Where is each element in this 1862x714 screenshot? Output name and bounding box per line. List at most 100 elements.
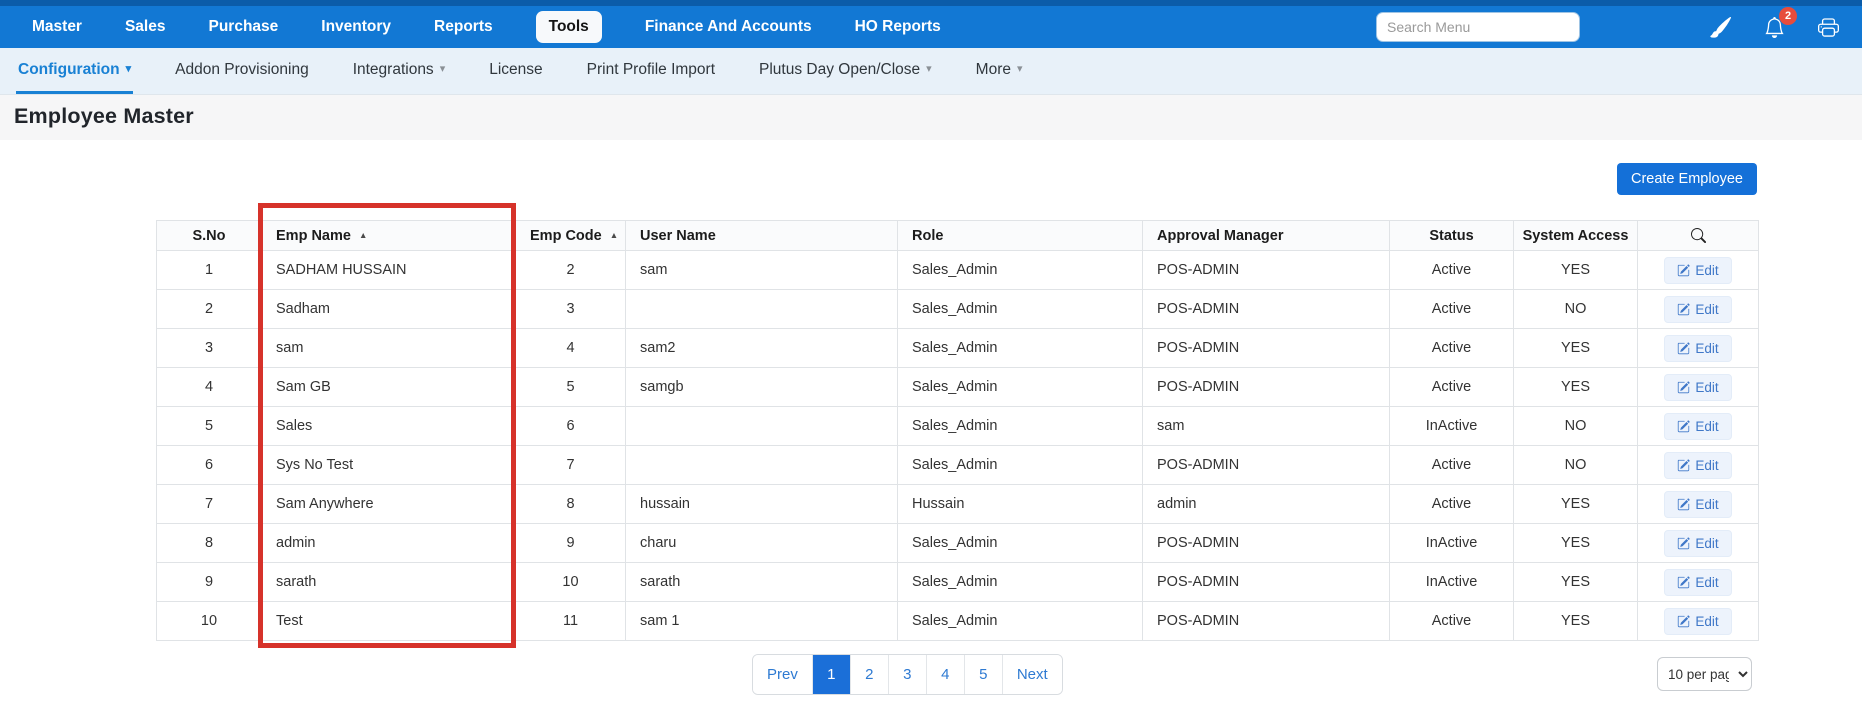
column-header-system-access[interactable]: System Access xyxy=(1514,221,1638,251)
emp-code-cell: 4 xyxy=(516,329,626,368)
table-row: 5Sales6Sales_AdminsamInActiveNOEdit xyxy=(157,407,1759,446)
edit-button-label: Edit xyxy=(1695,536,1718,551)
top-nav-item-ho-reports[interactable]: HO Reports xyxy=(855,11,941,43)
approval-manager-cell: POS-ADMIN xyxy=(1143,368,1390,407)
edit-button[interactable]: Edit xyxy=(1664,257,1731,284)
search-icon[interactable] xyxy=(1638,221,1759,251)
approval-manager-cell: sam xyxy=(1143,407,1390,446)
subnav-item-configuration[interactable]: Configuration▾ xyxy=(16,48,133,94)
column-header-emp-name[interactable]: Emp Name▲ xyxy=(262,221,516,251)
edit-button-label: Edit xyxy=(1695,263,1718,278)
table-row: 3sam4sam2Sales_AdminPOS-ADMINActiveYESEd… xyxy=(157,329,1759,368)
edit-button[interactable]: Edit xyxy=(1664,296,1731,323)
role-cell: Sales_Admin xyxy=(898,290,1143,329)
emp-name-cell: Sam GB xyxy=(262,368,516,407)
chevron-down-icon: ▾ xyxy=(440,64,446,75)
subnav-item-integrations[interactable]: Integrations▾ xyxy=(351,48,448,94)
approval-manager-cell: POS-ADMIN xyxy=(1143,524,1390,563)
topbar-icon-group: 2 xyxy=(1708,15,1840,39)
approval-manager-cell: admin xyxy=(1143,485,1390,524)
top-nav-item-finance-and-accounts[interactable]: Finance And Accounts xyxy=(645,11,812,43)
create-employee-button[interactable]: Create Employee xyxy=(1617,163,1757,195)
top-nav-item-tools[interactable]: Tools xyxy=(536,11,602,43)
pagination-prev-button[interactable]: Prev xyxy=(753,655,813,694)
edit-button[interactable]: Edit xyxy=(1664,530,1731,557)
column-header-s-no[interactable]: S.No xyxy=(157,221,262,251)
edit-button[interactable]: Edit xyxy=(1664,413,1731,440)
emp-code-cell: 3 xyxy=(516,290,626,329)
subnav-item-addon-provisioning[interactable]: Addon Provisioning xyxy=(173,48,311,94)
top-nav-item-sales[interactable]: Sales xyxy=(125,11,166,43)
top-nav-item-inventory[interactable]: Inventory xyxy=(321,11,391,43)
pagination-page-3[interactable]: 3 xyxy=(889,655,927,694)
edit-button[interactable]: Edit xyxy=(1664,491,1731,518)
edit-button-label: Edit xyxy=(1695,419,1718,434)
subnav-item-label: Addon Provisioning xyxy=(175,61,309,79)
emp-name-cell: admin xyxy=(262,524,516,563)
pagination-page-4[interactable]: 4 xyxy=(927,655,965,694)
printer-icon[interactable] xyxy=(1816,15,1840,39)
subnav-item-print-profile-import[interactable]: Print Profile Import xyxy=(585,48,717,94)
page-header-band: Employee Master xyxy=(0,95,1862,140)
pagination-page-2[interactable]: 2 xyxy=(851,655,889,694)
user-name-cell: sam 1 xyxy=(626,602,898,641)
edit-button[interactable]: Edit xyxy=(1664,452,1731,479)
bell-icon[interactable]: 2 xyxy=(1762,15,1786,39)
column-header-status[interactable]: Status xyxy=(1390,221,1514,251)
column-header-emp-code[interactable]: Emp Code▲ xyxy=(516,221,626,251)
role-cell: Hussain xyxy=(898,485,1143,524)
top-nav-item-reports[interactable]: Reports xyxy=(434,11,493,43)
sort-asc-icon: ▲ xyxy=(359,230,367,240)
subnav-item-label: Configuration xyxy=(18,61,120,79)
system-access-cell: YES xyxy=(1514,524,1638,563)
sno-cell: 7 xyxy=(157,485,262,524)
subnav-item-plutus-day-open-close[interactable]: Plutus Day Open/Close▾ xyxy=(757,48,934,94)
sno-cell: 10 xyxy=(157,602,262,641)
approval-manager-cell: POS-ADMIN xyxy=(1143,602,1390,641)
sno-cell: 6 xyxy=(157,446,262,485)
edit-button[interactable]: Edit xyxy=(1664,374,1731,401)
edit-button-label: Edit xyxy=(1695,302,1718,317)
pagination-next-button[interactable]: Next xyxy=(1003,655,1062,694)
edit-button[interactable]: Edit xyxy=(1664,608,1731,635)
action-cell: Edit xyxy=(1638,524,1759,563)
table-row: 10Test11sam 1Sales_AdminPOS-ADMINActiveY… xyxy=(157,602,1759,641)
status-cell: InActive xyxy=(1390,563,1514,602)
brush-icon[interactable] xyxy=(1708,15,1732,39)
column-header-role[interactable]: Role xyxy=(898,221,1143,251)
top-nav: Master Sales Purchase Inventory Reports Tools… xyxy=(32,11,941,43)
role-cell: Sales_Admin xyxy=(898,602,1143,641)
emp-code-cell: 5 xyxy=(516,368,626,407)
column-header-approval-manager[interactable]: Approval Manager xyxy=(1143,221,1390,251)
action-cell: Edit xyxy=(1638,485,1759,524)
sno-cell: 5 xyxy=(157,407,262,446)
subnav-item-more[interactable]: More▾ xyxy=(974,48,1025,94)
column-header-user-name[interactable]: User Name xyxy=(626,221,898,251)
pagination-page-1[interactable]: 1 xyxy=(813,655,851,694)
system-access-cell: NO xyxy=(1514,446,1638,485)
top-nav-item-master[interactable]: Master xyxy=(32,11,82,43)
status-cell: Active xyxy=(1390,290,1514,329)
action-cell: Edit xyxy=(1638,290,1759,329)
search-input[interactable] xyxy=(1376,12,1580,42)
role-cell: Sales_Admin xyxy=(898,446,1143,485)
edit-button[interactable]: Edit xyxy=(1664,569,1731,596)
edit-button[interactable]: Edit xyxy=(1664,335,1731,362)
action-cell: Edit xyxy=(1638,446,1759,485)
chevron-down-icon: ▾ xyxy=(926,64,932,75)
pagination: Prev12345Next xyxy=(752,654,1063,695)
pagination-page-5[interactable]: 5 xyxy=(965,655,1003,694)
action-cell: Edit xyxy=(1638,563,1759,602)
user-name-cell xyxy=(626,290,898,329)
per-page-select[interactable]: 10 per page xyxy=(1657,657,1752,691)
approval-manager-cell: POS-ADMIN xyxy=(1143,446,1390,485)
table-row: 6Sys No Test7Sales_AdminPOS-ADMINActiveN… xyxy=(157,446,1759,485)
role-cell: Sales_Admin xyxy=(898,368,1143,407)
table-footer: Prev12345Next 10 per page xyxy=(156,654,1758,714)
role-cell: Sales_Admin xyxy=(898,329,1143,368)
top-nav-item-purchase[interactable]: Purchase xyxy=(208,11,278,43)
subnav-item-license[interactable]: License xyxy=(487,48,544,94)
user-name-cell: sarath xyxy=(626,563,898,602)
emp-code-cell: 11 xyxy=(516,602,626,641)
user-name-cell: hussain xyxy=(626,485,898,524)
